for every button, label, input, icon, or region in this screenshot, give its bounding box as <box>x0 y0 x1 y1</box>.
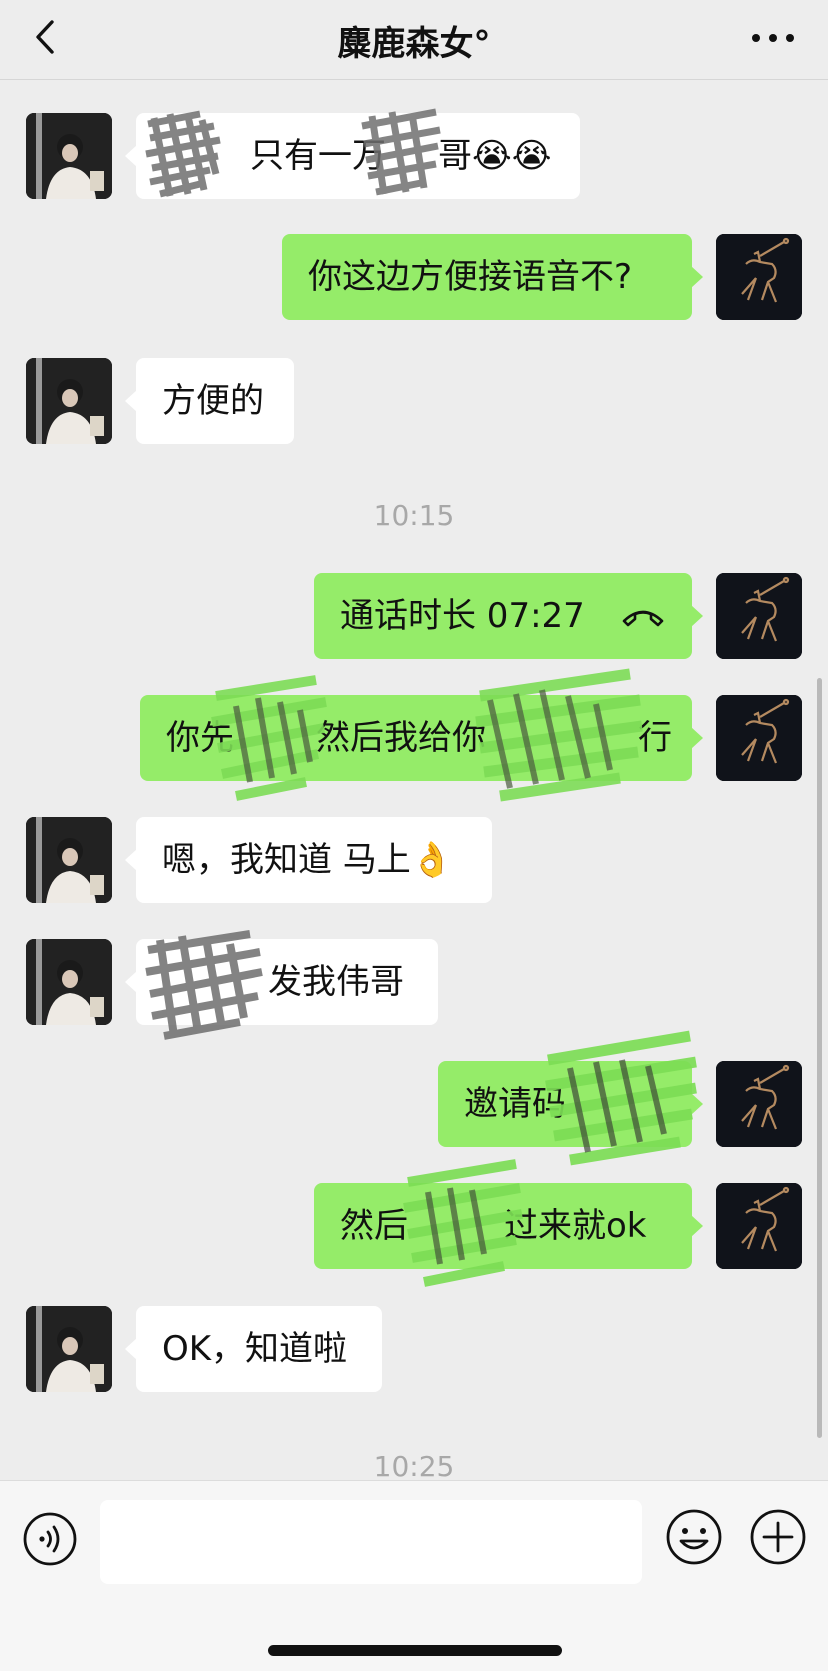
message-text: OK，知道啦 <box>162 1329 348 1369</box>
more-functions-button[interactable] <box>748 1507 808 1567</box>
avatar-photo-icon <box>26 1306 112 1392</box>
message-text-mid: 然后我给你 <box>316 718 486 758</box>
message-text: 方便的 <box>162 381 264 421</box>
contact-avatar[interactable] <box>26 1306 112 1392</box>
scrollbar[interactable] <box>817 678 822 1438</box>
input-bar <box>0 1480 828 1671</box>
message-list[interactable]: 只有一万 哥😭😭 你这边方便接语音不? 方便的 10:15 通话时长 07:27… <box>0 80 828 1480</box>
message-text-suffix: 过来就ok <box>504 1206 647 1246</box>
chat-screen: 麋鹿森女° 只有一万 哥😭😭 你这边方便接语音不? 方便的 10:15 通话时长… <box>0 0 828 1671</box>
message-text-suffix: 行 <box>638 718 672 758</box>
more-options-button[interactable] <box>748 20 798 56</box>
emoji-button[interactable] <box>664 1507 724 1567</box>
home-indicator[interactable] <box>268 1645 562 1656</box>
avatar-photo-icon <box>26 358 112 444</box>
message-text-suffix: 哥😭😭 <box>438 136 552 176</box>
chat-title: 麋鹿森女° <box>337 24 491 64</box>
my-avatar[interactable] <box>716 1061 802 1147</box>
message-bubble-outgoing[interactable]: 邀请码 <box>438 1061 703 1147</box>
chat-header: 麋鹿森女° <box>0 0 828 80</box>
message-text: 通话时长 07:27 <box>340 596 585 636</box>
voice-input-button[interactable] <box>22 1511 78 1567</box>
plus-icon <box>750 1509 806 1565</box>
phone-hangup-icon <box>622 610 664 627</box>
message-text: 只有一万 <box>250 136 386 176</box>
contact-avatar[interactable] <box>26 939 112 1025</box>
message-bubble-outgoing[interactable]: 然后 过来就ok <box>314 1183 703 1269</box>
avatar-photo-icon <box>26 817 112 903</box>
polo-horse-icon <box>716 1183 802 1269</box>
message-bubble-incoming[interactable]: 嗯，我知道 马上👌 <box>125 817 492 903</box>
message-text: 你这边方便接语音不? <box>308 257 633 297</box>
message-bubble-incoming[interactable]: OK，知道啦 <box>125 1306 382 1392</box>
avatar-photo-icon <box>26 113 112 199</box>
my-avatar[interactable] <box>716 573 802 659</box>
smiley-icon <box>666 1509 722 1565</box>
message-text: 你先 <box>166 718 234 758</box>
ellipsis-icon <box>752 34 794 42</box>
message-text: 发我伟哥 <box>268 962 404 1002</box>
message-text: 邀请码 <box>464 1084 566 1124</box>
call-duration-bubble[interactable]: 通话时长 07:27 <box>314 573 703 659</box>
my-avatar[interactable] <box>716 1183 802 1269</box>
contact-avatar[interactable] <box>26 358 112 444</box>
message-text: 然后 <box>340 1206 408 1246</box>
polo-horse-icon <box>716 1061 802 1147</box>
my-avatar[interactable] <box>716 695 802 781</box>
message-bubble-incoming[interactable]: 发我伟哥 <box>125 939 438 1025</box>
my-avatar[interactable] <box>716 234 802 320</box>
message-bubble-incoming[interactable]: 只有一万 哥😭😭 <box>125 113 580 199</box>
contact-avatar[interactable] <box>26 817 112 903</box>
polo-horse-icon <box>716 234 802 320</box>
voice-icon <box>23 1512 77 1566</box>
polo-horse-icon <box>716 573 802 659</box>
polo-horse-icon <box>716 695 802 781</box>
message-bubble-incoming[interactable]: 方便的 <box>125 358 294 444</box>
avatar-photo-icon <box>26 939 112 1025</box>
message-bubble-outgoing[interactable]: 你先 然后我给你 行 <box>140 695 703 781</box>
timestamp: 10:25 <box>373 1450 455 1480</box>
message-bubble-outgoing[interactable]: 你这边方便接语音不? <box>282 234 703 320</box>
timestamp: 10:15 <box>373 499 455 532</box>
message-input[interactable] <box>100 1500 642 1584</box>
contact-avatar[interactable] <box>26 113 112 199</box>
message-text: 嗯，我知道 马上👌 <box>162 840 454 880</box>
